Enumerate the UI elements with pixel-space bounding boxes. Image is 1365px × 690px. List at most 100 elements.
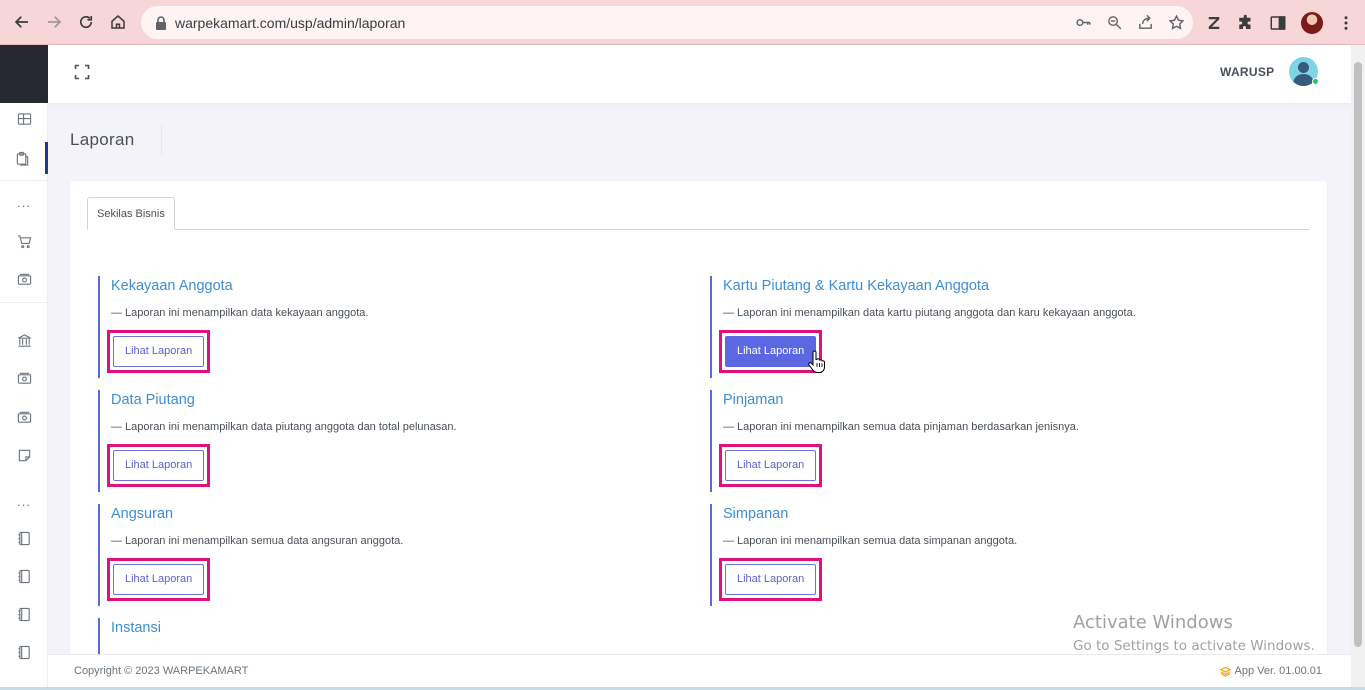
highlight-box: Lihat Laporan bbox=[107, 558, 211, 601]
lihat-laporan-button[interactable]: Lihat Laporan bbox=[725, 564, 817, 595]
fullscreen-icon[interactable] bbox=[74, 64, 90, 80]
key-icon[interactable] bbox=[1075, 14, 1092, 31]
highlight-box: Lihat Laporan bbox=[719, 330, 823, 373]
report-title[interactable]: Data Piutang bbox=[111, 390, 678, 410]
money-icon bbox=[17, 411, 31, 423]
arrow-right-icon bbox=[48, 16, 62, 28]
sidebar-item-cart[interactable] bbox=[0, 225, 48, 257]
report-title[interactable]: Instansi bbox=[111, 618, 678, 638]
lihat-laporan-button[interactable]: Lihat Laporan bbox=[113, 564, 205, 595]
watermark-title: Activate Windows bbox=[1073, 612, 1233, 633]
lihat-laporan-button[interactable]: Lihat Laporan bbox=[113, 450, 205, 481]
app-version: App Ver. 01.00.01 bbox=[1219, 665, 1322, 677]
url-text: warpekamart.com/usp/admin/laporan bbox=[175, 14, 406, 31]
page-title: Laporan bbox=[70, 130, 135, 149]
lihat-laporan-button[interactable]: Lihat Laporan bbox=[113, 336, 205, 367]
report-description: — Laporan ini menampilkan semua data ang… bbox=[111, 535, 404, 547]
scrollbar-thumb[interactable] bbox=[1354, 62, 1362, 647]
bank-icon bbox=[17, 333, 31, 347]
browser-toolbar: warpekamart.com/usp/admin/laporan bbox=[0, 0, 1365, 45]
money-icon bbox=[17, 372, 31, 384]
cart-icon bbox=[17, 234, 31, 248]
layers-icon bbox=[1219, 666, 1231, 677]
star-icon[interactable] bbox=[1168, 14, 1185, 31]
lihat-laporan-button[interactable]: Lihat Laporan bbox=[725, 450, 817, 481]
report-description: — Laporan ini menampilkan data kekayaan … bbox=[111, 307, 369, 319]
address-bar[interactable]: warpekamart.com/usp/admin/laporan bbox=[141, 6, 1193, 39]
sidebar-item-book-1[interactable] bbox=[0, 522, 48, 554]
report-data-piutang: Data Piutang — Laporan ini menampilkan d… bbox=[98, 390, 678, 492]
home-icon bbox=[111, 15, 125, 29]
note-icon bbox=[18, 449, 30, 461]
online-status-dot bbox=[1312, 78, 1319, 85]
report-description: — Laporan ini menampilkan semua data pin… bbox=[723, 421, 1079, 433]
copyright-text: Copyright © 2023 WARPEKAMART bbox=[74, 665, 249, 677]
highlight-box: Lihat Laporan bbox=[719, 558, 823, 601]
sidebar-item-book-4[interactable] bbox=[0, 636, 48, 668]
report-title[interactable]: Simpanan bbox=[723, 504, 1290, 524]
report-description: — Laporan ini menampilkan data kartu piu… bbox=[723, 307, 1136, 319]
report-title[interactable]: Kekayaan Anggota bbox=[111, 276, 678, 296]
book-icon bbox=[17, 531, 30, 545]
report-description: — Laporan ini menampilkan data piutang a… bbox=[111, 421, 457, 433]
profile-avatar[interactable] bbox=[1301, 11, 1323, 34]
user-name[interactable]: WARUSP bbox=[1220, 65, 1274, 79]
highlight-box: Lihat Laporan bbox=[719, 444, 823, 487]
report-title[interactable]: Angsuran bbox=[111, 504, 678, 524]
sidebar-item-money-2[interactable] bbox=[0, 362, 48, 394]
sidebar-item-money[interactable] bbox=[0, 263, 48, 295]
report-title[interactable]: Pinjaman bbox=[723, 390, 1290, 410]
home-button[interactable] bbox=[102, 6, 134, 38]
watermark-subtitle: Go to Settings to activate Windows. bbox=[1073, 638, 1315, 654]
report-simpanan: Simpanan — Laporan ini menampilkan semua… bbox=[710, 504, 1290, 606]
hand-cursor-icon bbox=[808, 350, 825, 373]
book-icon bbox=[17, 569, 30, 583]
forward-button[interactable] bbox=[38, 6, 70, 38]
page-scrollbar[interactable] bbox=[1351, 45, 1365, 690]
sidebar-item-bank[interactable] bbox=[0, 324, 48, 356]
sidebar-item-dashboard[interactable] bbox=[0, 103, 48, 135]
arrow-left-icon bbox=[14, 16, 28, 28]
clipboard-icon bbox=[16, 151, 29, 166]
zotero-icon[interactable] bbox=[1205, 14, 1223, 32]
highlight-box: Lihat Laporan bbox=[107, 444, 211, 487]
kebab-menu-icon[interactable] bbox=[1337, 14, 1355, 32]
sidepanel-icon[interactable] bbox=[1269, 14, 1287, 32]
report-title[interactable]: Kartu Piutang & Kartu Kekayaan Anggota bbox=[723, 276, 1290, 296]
highlight-box: Lihat Laporan bbox=[107, 330, 211, 373]
sidebar-item-money-3[interactable] bbox=[0, 401, 48, 433]
report-pinjaman: Pinjaman — Laporan ini menampilkan semua… bbox=[710, 390, 1290, 492]
sidebar-item-book-2[interactable] bbox=[0, 560, 48, 592]
zoom-icon[interactable] bbox=[1106, 14, 1123, 31]
back-button[interactable] bbox=[6, 6, 38, 38]
reload-icon bbox=[79, 15, 93, 29]
tab-divider bbox=[87, 229, 1309, 230]
sidebar-item-laporan[interactable] bbox=[0, 142, 48, 174]
book-icon bbox=[17, 645, 30, 659]
puzzle-icon[interactable] bbox=[1237, 14, 1255, 32]
sidebar-item-book-3[interactable] bbox=[0, 598, 48, 630]
title-divider bbox=[161, 125, 162, 155]
reload-button[interactable] bbox=[70, 6, 102, 38]
sidebar: ... ... bbox=[0, 45, 48, 690]
book-icon bbox=[17, 607, 30, 621]
sidebar-item-note[interactable] bbox=[0, 439, 48, 471]
app-version-text: App Ver. 01.00.01 bbox=[1234, 665, 1322, 677]
lihat-laporan-button-active[interactable]: Lihat Laporan bbox=[725, 336, 817, 367]
share-icon[interactable] bbox=[1137, 14, 1154, 31]
tab-sekilas-bisnis[interactable]: Sekilas Bisnis bbox=[87, 197, 175, 230]
report-angsuran: Angsuran — Laporan ini menampilkan semua… bbox=[98, 504, 678, 606]
money-icon bbox=[17, 273, 31, 285]
sidebar-logo-area bbox=[0, 45, 48, 103]
top-header: WARUSP bbox=[48, 45, 1351, 103]
grid-icon bbox=[17, 112, 31, 125]
report-description: — Laporan ini menampilkan semua data sim… bbox=[723, 535, 1018, 547]
report-kekayaan-anggota: Kekayaan Anggota — Laporan ini menampilk… bbox=[98, 276, 678, 378]
sidebar-section-dots: ... bbox=[17, 195, 31, 210]
report-card: Sekilas Bisnis Kekayaan Anggota — Lapora… bbox=[70, 181, 1327, 661]
lock-icon bbox=[156, 15, 166, 30]
activate-windows-watermark: Activate Windows Go to Settings to activ… bbox=[1073, 612, 1315, 656]
report-kartu-piutang: Kartu Piutang & Kartu Kekayaan Anggota —… bbox=[710, 276, 1290, 378]
sidebar-section-dots-2: ... bbox=[17, 494, 31, 509]
footer: Copyright © 2023 WARPEKAMART App Ver. 01… bbox=[48, 654, 1351, 690]
